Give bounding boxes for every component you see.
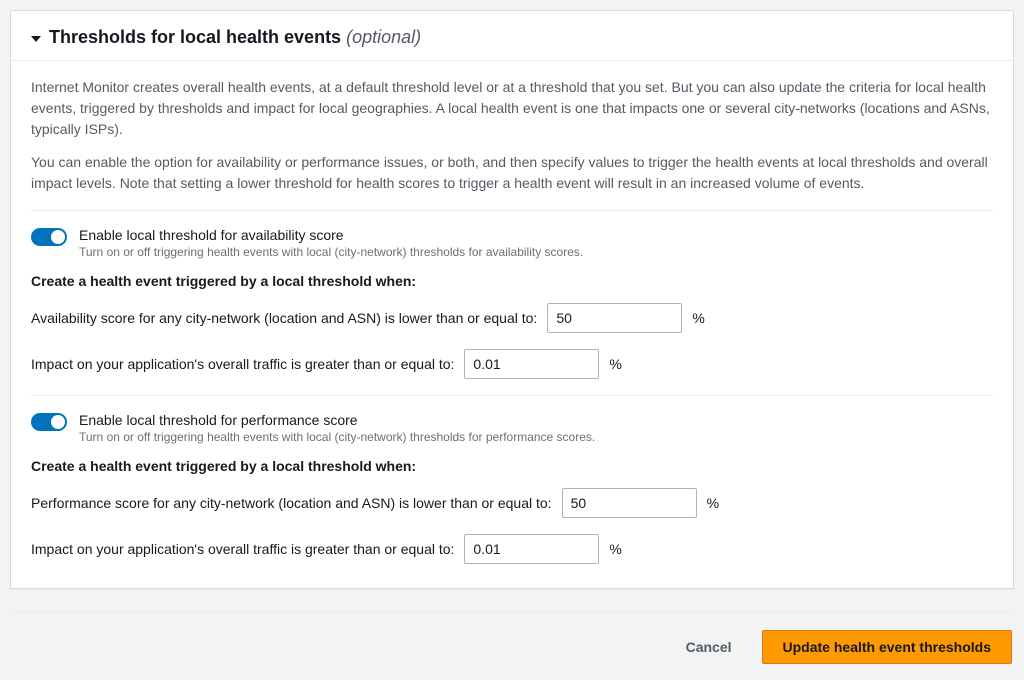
chevron-down-icon (31, 36, 41, 42)
performance-toggle-content: Enable local threshold for performance s… (79, 412, 993, 444)
availability-toggle-content: Enable local threshold for availability … (79, 227, 993, 259)
performance-score-input[interactable] (562, 488, 697, 518)
divider (31, 395, 993, 396)
performance-toggle[interactable] (31, 413, 67, 431)
performance-subheading: Create a health event triggered by a loc… (31, 458, 993, 474)
intro-paragraph-2: You can enable the option for availabili… (31, 152, 993, 194)
footer: Cancel Update health event thresholds (10, 630, 1014, 670)
panel-title: Thresholds for local health events (opti… (49, 27, 421, 48)
performance-impact-input[interactable] (464, 534, 599, 564)
performance-toggle-row: Enable local threshold for performance s… (31, 412, 993, 444)
update-thresholds-button[interactable]: Update health event thresholds (762, 630, 1012, 664)
availability-score-unit: % (692, 310, 704, 326)
availability-impact-label: Impact on your application's overall tra… (31, 356, 454, 372)
availability-impact-input[interactable] (464, 349, 599, 379)
thresholds-panel: Thresholds for local health events (opti… (10, 10, 1014, 589)
availability-impact-unit: % (609, 356, 621, 372)
panel-body: Internet Monitor creates overall health … (11, 61, 1013, 588)
availability-toggle-row: Enable local threshold for availability … (31, 227, 993, 259)
intro-paragraph-1: Internet Monitor creates overall health … (31, 77, 993, 140)
performance-score-label: Performance score for any city-network (… (31, 495, 552, 511)
performance-impact-row: Impact on your application's overall tra… (31, 534, 993, 564)
panel-header[interactable]: Thresholds for local health events (opti… (11, 11, 1013, 61)
footer-divider (10, 611, 1014, 612)
availability-toggle[interactable] (31, 228, 67, 246)
availability-impact-row: Impact on your application's overall tra… (31, 349, 993, 379)
availability-subheading: Create a health event triggered by a loc… (31, 273, 993, 289)
panel-title-text: Thresholds for local health events (49, 27, 346, 47)
panel-title-optional: (optional) (346, 27, 421, 47)
performance-score-row: Performance score for any city-network (… (31, 488, 993, 518)
availability-toggle-label: Enable local threshold for availability … (79, 227, 993, 243)
divider (31, 210, 993, 211)
cancel-button[interactable]: Cancel (670, 631, 748, 663)
availability-score-input[interactable] (547, 303, 682, 333)
performance-toggle-hint: Turn on or off triggering health events … (79, 430, 993, 444)
availability-toggle-hint: Turn on or off triggering health events … (79, 245, 993, 259)
performance-impact-label: Impact on your application's overall tra… (31, 541, 454, 557)
performance-score-unit: % (707, 495, 719, 511)
availability-score-label: Availability score for any city-network … (31, 310, 537, 326)
performance-impact-unit: % (609, 541, 621, 557)
availability-score-row: Availability score for any city-network … (31, 303, 993, 333)
performance-toggle-label: Enable local threshold for performance s… (79, 412, 993, 428)
